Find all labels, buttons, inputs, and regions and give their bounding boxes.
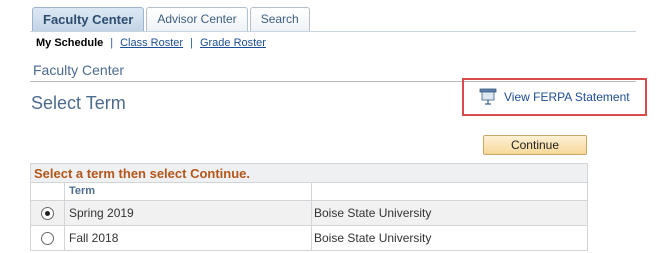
presentation-board-icon[interactable] [478, 88, 498, 106]
grid-header-term: Term [64, 183, 311, 200]
table-row[interactable]: Spring 2019 Boise State University [30, 201, 588, 226]
subnav-separator: | [110, 37, 114, 49]
subnav-grade-roster-link[interactable]: Grade Roster [200, 37, 266, 49]
page-title: Select Term [31, 93, 126, 113]
tab-divider [30, 31, 636, 32]
view-ferpa-statement-link[interactable]: View FERPA Statement [504, 90, 630, 104]
grid-header-select [31, 183, 64, 200]
grid-caption: Select a term then select Continue. [30, 163, 588, 183]
subnav-separator: | [190, 37, 193, 49]
subnav-my-schedule: My Schedule [36, 37, 104, 49]
ferpa-highlight-box: View FERPA Statement [462, 78, 647, 116]
tab-faculty-center[interactable]: Faculty Center [32, 7, 145, 31]
term-radio-fall-2018[interactable] [41, 231, 54, 245]
grid-header-row: Term [30, 183, 588, 201]
institution-cell: Boise State University [311, 226, 587, 250]
tab-advisor-center[interactable]: Advisor Center [146, 7, 248, 31]
sub-navigation: My Schedule | Class Roster | Grade Roste… [36, 37, 266, 49]
continue-button[interactable]: Continue [483, 135, 587, 155]
institution-cell: Boise State University [311, 201, 587, 225]
subnav-class-roster-link[interactable]: Class Roster [120, 37, 183, 49]
section-title: Faculty Center [33, 62, 125, 78]
grid-header-institution [311, 183, 587, 200]
term-grid: Select a term then select Continue. Term… [30, 163, 588, 251]
term-radio-spring-2019[interactable] [41, 206, 54, 220]
term-cell: Fall 2018 [64, 226, 311, 250]
tab-bar: Faculty Center Advisor Center Search [32, 7, 312, 31]
table-row[interactable]: Fall 2018 Boise State University [30, 226, 588, 251]
tab-search[interactable]: Search [249, 7, 310, 31]
term-cell: Spring 2019 [64, 201, 311, 225]
